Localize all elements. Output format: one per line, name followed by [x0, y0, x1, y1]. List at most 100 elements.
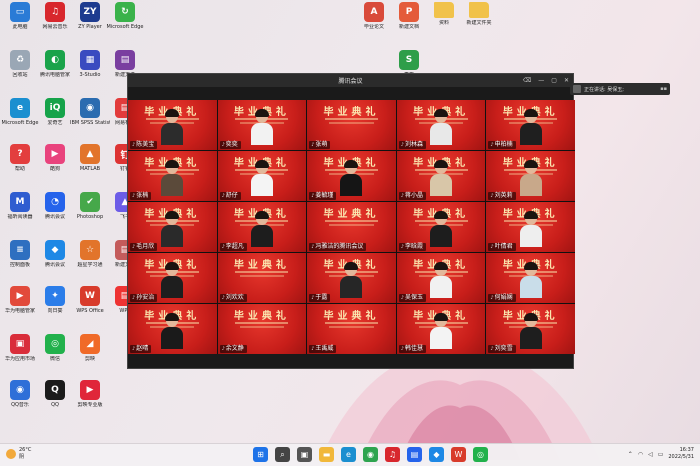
- desktop-icon[interactable]: ZY ZY Player: [73, 2, 107, 30]
- participant-name: 蒋小晶: [405, 192, 424, 199]
- volume-icon[interactable]: ◁: [648, 451, 653, 458]
- desktop-icon[interactable]: ◔ 腾讯会议: [38, 192, 72, 220]
- participant-tile[interactable]: 毕业典礼♪吴保玉: [396, 253, 486, 303]
- participant-tile[interactable]: 毕业典礼♪韩佳慧: [396, 304, 486, 354]
- desktop-icon[interactable]: ▶ 剪映专业版: [73, 380, 107, 408]
- wifi-icon[interactable]: ◠: [638, 451, 643, 458]
- more-icon[interactable]: ▪▪: [660, 86, 667, 92]
- desktop-icon[interactable]: ▲ MATLAB: [73, 144, 107, 172]
- desktop-icon[interactable]: ◢ 剪映: [73, 334, 107, 362]
- participant-tile[interactable]: 毕业典礼♪申柏楠: [486, 100, 575, 150]
- desktop-icon[interactable]: ▭ 此电脑: [3, 2, 37, 30]
- participant-tile[interactable]: 毕业典礼♪孙安治: [128, 253, 217, 303]
- desktop-icon[interactable]: A 毕业论文: [357, 2, 391, 30]
- meeting-window[interactable]: 腾讯会议 ⌫ — ▢ ✕ 毕业典礼♪陈美宝毕业典礼♪奕奕毕业典礼♪张萌毕业典礼♪…: [127, 73, 575, 369]
- desktop-icon[interactable]: ♫ 网易云音乐: [38, 2, 72, 30]
- mic-icon: ♪: [221, 346, 225, 352]
- desktop-icon[interactable]: ✦ 向日葵: [38, 286, 72, 314]
- participant-name: 奕奕: [225, 141, 238, 148]
- desktop-icon[interactable]: W WPS Office: [73, 286, 107, 314]
- mic-icon: ♪: [490, 193, 494, 199]
- participant-tile[interactable]: 毕业典礼♪于露: [307, 253, 396, 303]
- edge-icon[interactable]: e: [341, 447, 356, 462]
- desktop-icon[interactable]: ≡ 控制面板: [3, 240, 37, 268]
- participant-tile[interactable]: 毕业典礼♪奕奕: [217, 100, 307, 150]
- participant-name: 姜毓瑾: [315, 192, 334, 199]
- desktop-icon[interactable]: iQ 爱奇艺: [38, 98, 72, 126]
- participant-name-tag: ♪ 于露: [309, 294, 331, 302]
- desktop-icon[interactable]: ▶ 华为电脑管家: [3, 286, 37, 314]
- participant-tile[interactable]: 毕业典礼♪蒋小晶: [396, 151, 486, 201]
- participant-hair: [523, 262, 538, 270]
- desktop-icon[interactable]: ◉ QQ音乐: [3, 380, 37, 408]
- task-view-icon[interactable]: ▣: [297, 447, 312, 462]
- participant-name-tag: ♪ 毛月欣: [130, 243, 158, 251]
- participant-tile[interactable]: 毕业典礼♪刘奕雪: [486, 304, 575, 354]
- participant-tile[interactable]: 毕业典礼 ♪ 刘欢欢: [217, 253, 307, 303]
- participant-name-tag: ♪ 张楠: [130, 192, 152, 200]
- participant-hair: [434, 109, 449, 117]
- music-icon[interactable]: ♫: [385, 447, 400, 462]
- desktop-icon[interactable]: ☆ 超星学习通: [73, 240, 107, 268]
- wps-icon[interactable]: W: [451, 447, 466, 462]
- folder-icon[interactable]: ▤: [407, 447, 422, 462]
- participant-hair: [165, 262, 180, 270]
- desktop-icon[interactable]: ◎ 微信: [38, 334, 72, 362]
- desktop-icon[interactable]: ✔ Photoshop: [73, 192, 107, 220]
- qq-icon: Q: [45, 380, 65, 400]
- participant-tile[interactable]: 毕业典礼 ♪ 冯雅洁的腾讯会议: [307, 202, 396, 252]
- participant-tile[interactable]: 毕业典礼♪舒仔: [217, 151, 307, 201]
- participant-tile[interactable]: 毕业典礼 ♪ 余文静: [217, 304, 307, 354]
- desktop-icon[interactable]: ◐ 腾讯电脑管家: [38, 50, 72, 78]
- participant-name: 李超凡: [225, 243, 244, 250]
- desktop-icon[interactable]: Q QQ: [38, 380, 72, 408]
- clock[interactable]: 16:37 2022/5/31: [668, 447, 694, 461]
- participant-tile[interactable]: 毕业典礼♪陈美宝: [128, 100, 217, 150]
- desktop-icon[interactable]: ◆ 腾讯会议: [38, 240, 72, 268]
- participant-video: [161, 313, 184, 349]
- participant-tile[interactable]: 毕业典礼♪毛月欣: [128, 202, 217, 252]
- desktop-icon[interactable]: P 新建文档: [392, 2, 426, 30]
- meeting-icon[interactable]: ◆: [429, 447, 444, 462]
- weather-widget[interactable]: 26°C 阴: [6, 447, 31, 461]
- participant-tile[interactable]: 毕业典礼 ♪ 张萌: [307, 100, 396, 150]
- participant-tile[interactable]: 毕业典礼♪赵晴: [128, 304, 217, 354]
- participant-tile[interactable]: 毕业典礼♪刘英莉: [486, 151, 575, 201]
- mic-icon: ♪: [490, 346, 494, 352]
- desktop-icon[interactable]: ▦ 3-Studio: [73, 50, 107, 78]
- chrome-icon[interactable]: ◉: [363, 447, 378, 462]
- desktop-icon-label: 剪映专业版: [77, 402, 103, 408]
- desktop-icon[interactable]: e Microsoft Edge: [2, 98, 38, 126]
- participant-tile[interactable]: 毕业典礼♪刘林森: [396, 100, 486, 150]
- desktop-icon[interactable]: ♻ 回收站: [3, 50, 37, 78]
- speaker-indicator[interactable]: 正在讲话: 吴保玉; ▪▪: [570, 83, 670, 95]
- desktop-icon[interactable]: ↻ Microsoft Edge: [107, 2, 143, 30]
- start-icon[interactable]: ⊞: [253, 447, 268, 462]
- search-icon[interactable]: ⌕: [275, 447, 290, 462]
- participant-tile[interactable]: 毕业典礼♪叶倩君: [486, 202, 575, 252]
- participant-tile[interactable]: 毕业典礼♪何娟娴: [486, 253, 575, 303]
- chevron-up-icon[interactable]: ⌃: [628, 451, 633, 458]
- meeting-titlebar[interactable]: 腾讯会议 ⌫ — ▢ ✕: [128, 74, 573, 87]
- desktop-icon[interactable]: ▣ 华为应用市场: [3, 334, 37, 362]
- maximize-icon[interactable]: ▢: [551, 76, 557, 85]
- desktop-icon[interactable]: ? 帮助: [3, 144, 37, 172]
- wechat-icon[interactable]: ◎: [473, 447, 488, 462]
- participant-hair: [344, 160, 359, 168]
- battery-icon[interactable]: ▭: [658, 451, 664, 458]
- desktop-icon[interactable]: ▶ 酷狗: [38, 144, 72, 172]
- desktop-icon[interactable]: 资料: [427, 2, 461, 26]
- participant-tile[interactable]: 毕业典礼♪李晗霞: [396, 202, 486, 252]
- desktop-icon-label: QQ音乐: [11, 402, 29, 408]
- close-icon[interactable]: ✕: [564, 76, 569, 85]
- explorer-icon[interactable]: ▬: [319, 447, 334, 462]
- participant-tile[interactable]: 毕业典礼♪张楠: [128, 151, 217, 201]
- desktop-icon[interactable]: M 福昕阅读器: [3, 192, 37, 220]
- participant-tile[interactable]: 毕业典礼♪姜毓瑾: [307, 151, 396, 201]
- participant-tile[interactable]: 毕业典礼 ♪ 王禹威: [307, 304, 396, 354]
- pin-icon[interactable]: ⌫: [523, 76, 531, 85]
- minimize-icon[interactable]: —: [538, 76, 544, 85]
- desktop-icon[interactable]: ◉ IBM SPSS Statistics 26: [70, 98, 110, 126]
- desktop-icon[interactable]: 新建文件夹: [462, 2, 496, 26]
- participant-tile[interactable]: 毕业典礼♪李超凡: [217, 202, 307, 252]
